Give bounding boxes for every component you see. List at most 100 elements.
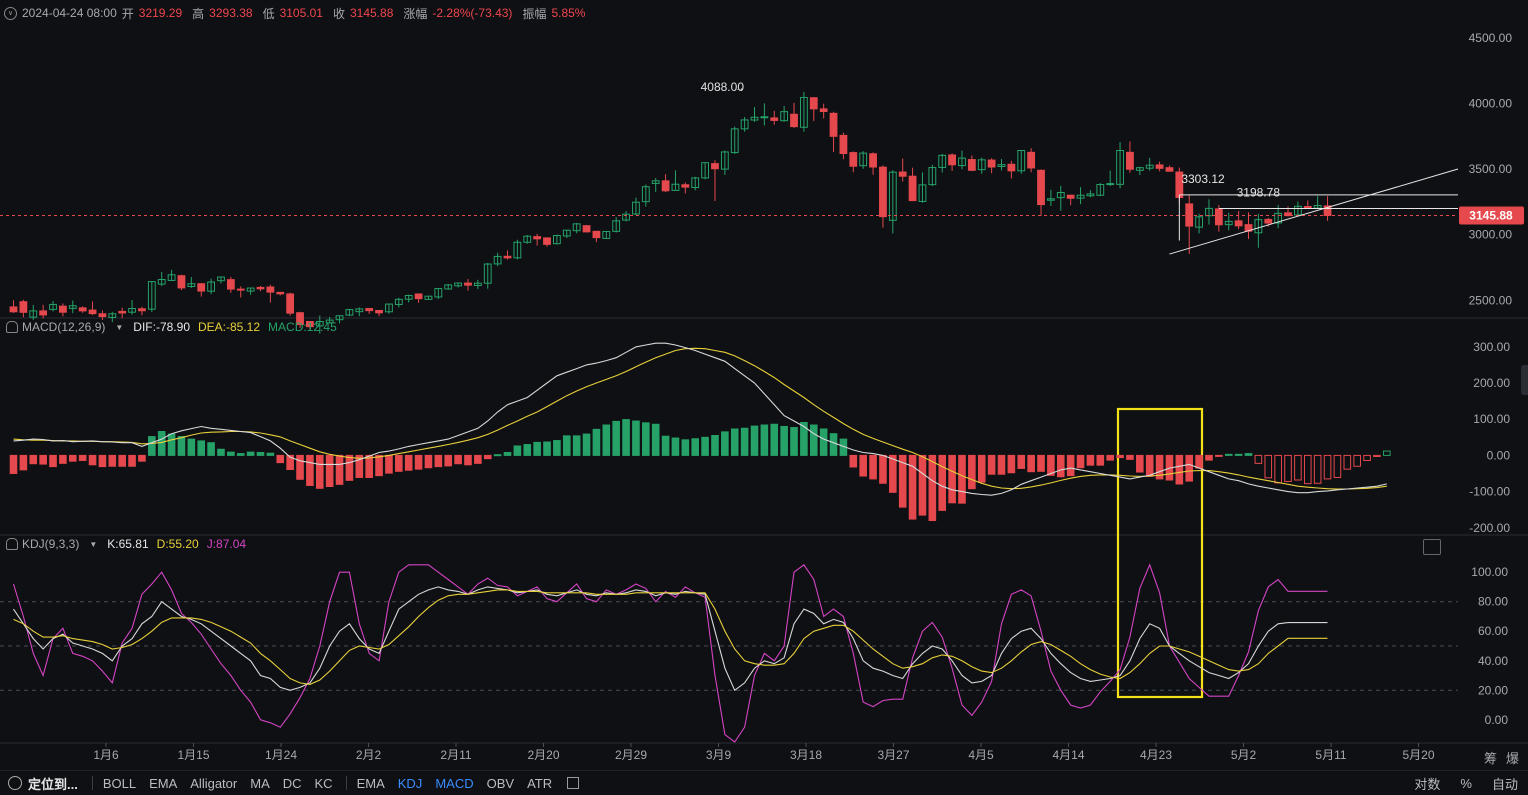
- macd-tick-label: 100.00: [1473, 412, 1510, 426]
- candle: [938, 153, 947, 173]
- candle-body: [809, 97, 818, 110]
- macd-bar: [1037, 454, 1045, 472]
- macd-bar: [266, 452, 275, 456]
- edit-icon[interactable]: [567, 777, 580, 789]
- macd-bar: [375, 454, 383, 477]
- macd-bar: [1027, 454, 1035, 473]
- macd-bar: [1343, 454, 1352, 470]
- macd-bar: [513, 445, 522, 456]
- macd-bar: [790, 427, 798, 456]
- macd-bar: [1264, 454, 1273, 479]
- indicator-boll[interactable]: BOLL: [103, 776, 136, 791]
- indicator-dc[interactable]: DC: [283, 776, 302, 791]
- sub-indicator-obv[interactable]: OBV: [487, 776, 514, 791]
- price-axis: 4500.00 4000.00 3500.00 3000.00 2500.00 300.0…: [1469, 31, 1513, 727]
- alert-icon[interactable]: [6, 321, 18, 333]
- candle-body: [533, 236, 542, 240]
- log-scale-toggle[interactable]: 对数: [1414, 774, 1440, 793]
- macd-bar: [503, 452, 512, 456]
- macd-bar: [1106, 454, 1114, 461]
- candle: [543, 237, 551, 247]
- macd-bar: [365, 454, 373, 478]
- kdj-tick-label: 80.00: [1478, 595, 1508, 609]
- candle: [187, 277, 196, 288]
- indicator-ema[interactable]: EMA: [149, 776, 177, 791]
- macd-bar: [1353, 454, 1361, 467]
- sub-indicator-macd[interactable]: MACD: [435, 776, 473, 791]
- alert-icon[interactable]: [6, 538, 18, 550]
- candle: [167, 269, 176, 281]
- date-label: 4月23: [1140, 748, 1172, 762]
- macd-bar: [1313, 454, 1322, 484]
- macd-bar: [642, 422, 650, 456]
- macd-bar: [651, 423, 660, 456]
- percent-scale-toggle[interactable]: %: [1460, 776, 1472, 791]
- candle: [800, 91, 808, 132]
- candle: [958, 150, 966, 170]
- candle: [622, 211, 630, 222]
- candle: [1047, 189, 1055, 207]
- date-label: 2月11: [440, 748, 471, 762]
- candle-body: [236, 288, 245, 291]
- candle: [1066, 194, 1075, 206]
- date-label: 4月5: [968, 748, 994, 762]
- candle: [1313, 195, 1322, 210]
- candle-body: [256, 286, 265, 290]
- indicator-ma[interactable]: MA: [250, 776, 270, 791]
- candle-body: [770, 117, 779, 121]
- trend-drawings[interactable]: 3145.884088.00→3303.123198.78: [0, 80, 1524, 699]
- macd-bar: [562, 435, 571, 456]
- chart-canvas[interactable]: 4500.00 4000.00 3500.00 3000.00 2500.00 300.0…: [0, 0, 1528, 771]
- sub-indicator-ema[interactable]: EMA: [357, 776, 385, 791]
- macd-bar: [335, 454, 344, 485]
- kdj-tick-label: 20.00: [1478, 683, 1508, 697]
- candle-body: [829, 112, 838, 137]
- locate-button[interactable]: 定位到...: [28, 774, 78, 793]
- burst-icon[interactable]: 爆: [1506, 748, 1519, 767]
- candle: [720, 150, 729, 175]
- candle: [750, 107, 759, 122]
- expand-icon[interactable]: [1423, 539, 1441, 555]
- date-label: 5月11: [1315, 748, 1346, 762]
- macd-bar: [325, 454, 334, 488]
- sub-indicator-atr[interactable]: ATR: [527, 776, 552, 791]
- macd-bar: [819, 428, 828, 456]
- auto-scale-toggle[interactable]: 自动: [1492, 774, 1518, 793]
- candle-body: [592, 230, 601, 239]
- indicator-kc[interactable]: KC: [315, 776, 333, 791]
- indicator-alligator[interactable]: Alligator: [190, 776, 237, 791]
- kdj-j-line: [12, 563, 1328, 743]
- panel-handle[interactable]: [1521, 365, 1528, 395]
- macd-bar: [1254, 454, 1263, 464]
- sub-indicator-kdj[interactable]: KDJ: [398, 776, 423, 791]
- macd-bar: [869, 454, 877, 480]
- macd-bar: [533, 441, 541, 456]
- candle-body: [59, 305, 67, 313]
- candle: [1096, 183, 1105, 197]
- macd-bar: [414, 454, 423, 470]
- macd-bar: [691, 438, 700, 456]
- macd-bar: [572, 435, 581, 456]
- candle: [365, 308, 374, 314]
- candle: [157, 272, 166, 287]
- candle: [345, 308, 354, 316]
- candle: [869, 152, 877, 175]
- chip-icon[interactable]: 筹: [1484, 748, 1497, 767]
- candle-body: [987, 159, 996, 168]
- macd-bar: [19, 454, 28, 471]
- macd-bar: [177, 436, 186, 456]
- candle: [562, 229, 571, 238]
- candle-body: [879, 166, 887, 218]
- macd-bar: [1076, 454, 1085, 469]
- dropdown-icon[interactable]: ▼: [89, 540, 97, 549]
- current-price-label: 3145.88: [1469, 208, 1513, 222]
- macd-bar: [711, 435, 719, 456]
- high-arrow-icon: →: [735, 83, 745, 94]
- dropdown-icon[interactable]: ▼: [115, 323, 123, 332]
- candle: [483, 262, 492, 289]
- macd-bar: [760, 424, 769, 456]
- candle-body: [1155, 164, 1164, 169]
- locate-icon[interactable]: [8, 776, 22, 790]
- candle: [592, 230, 601, 243]
- macd-bar: [197, 440, 206, 456]
